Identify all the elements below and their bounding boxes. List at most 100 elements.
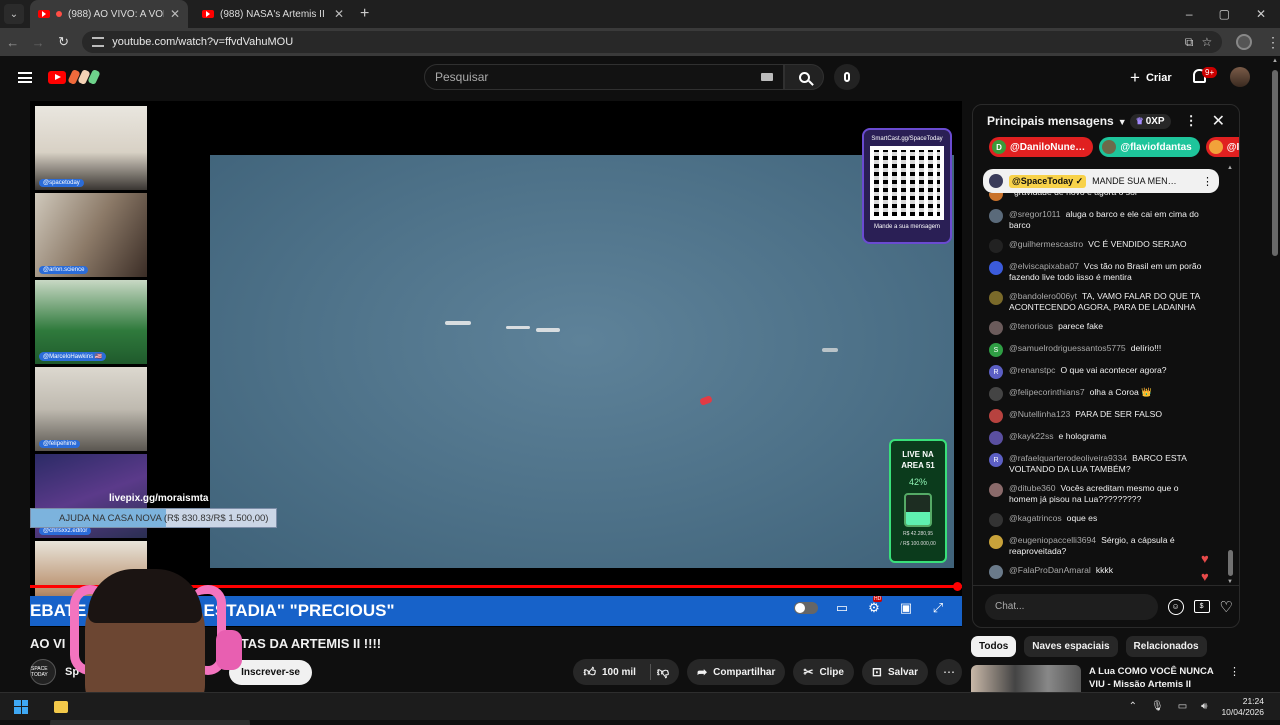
pinned-menu-icon[interactable]: ⋮ [1202, 175, 1213, 188]
xp-badge[interactable]: ♛ 0XP [1129, 113, 1171, 129]
chat-avatar[interactable] [989, 483, 1003, 497]
new-tab-button[interactable]: + [360, 5, 369, 23]
clip-button[interactable]: ✂ Clipe [793, 659, 854, 685]
top-chatter-chip[interactable]: @INFINI [1205, 137, 1239, 157]
chat-avatar[interactable] [989, 291, 1003, 305]
search-input[interactable]: Pesquisar [424, 64, 784, 90]
chat-message[interactable]: @FalaProDanAmaral kkkk [973, 565, 1231, 579]
keyboard-icon[interactable] [761, 73, 773, 81]
tab-nasa[interactable]: (988) NASA's Artemis II Crew Comes Home … [194, 0, 352, 28]
chat-message[interactable]: @bandolero006yt TA, VAMO FALAR DO QUE TA … [973, 291, 1231, 313]
related-menu-icon[interactable]: ⋮ [1229, 665, 1240, 695]
chat-message[interactable]: @kagatrincos oque es [973, 513, 1231, 527]
chat-avatar[interactable]: R [989, 453, 1003, 467]
tab-live[interactable]: (988) AO VIVO: A VOLTA DOS ASTRONAUTAS ✕ [30, 0, 188, 28]
related-video-thumbnail[interactable] [971, 665, 1081, 695]
chat-message[interactable]: gravidade de novo e agora o sol [973, 193, 1231, 201]
theater-mode-icon[interactable]: ▣ [898, 600, 914, 615]
chat-message[interactable]: @eugeniopaccelli3694 Sérgio, a cápsula é … [973, 535, 1231, 557]
site-info-icon[interactable] [92, 37, 105, 47]
top-chatter-chip[interactable]: @flaviofdantas [1099, 137, 1200, 157]
chat-scrollbar[interactable]: ▲ ▼ [1227, 165, 1235, 585]
like-button[interactable]: 👍︎ 100 mil 👎︎ [573, 659, 680, 685]
network-icon[interactable]: ▭ [1178, 701, 1187, 712]
scroll-up-icon[interactable]: ▲ [1272, 58, 1278, 64]
chat-message[interactable]: @ditube360 Vocês acreditam mesmo que o ho… [973, 483, 1231, 505]
maximize-icon[interactable]: ▢ [1219, 7, 1230, 21]
filter-tab-all[interactable]: Todos [971, 636, 1017, 657]
forward-arrow-icon[interactable]: → [25, 35, 50, 50]
chat-avatar[interactable] [989, 387, 1003, 401]
autoplay-toggle[interactable] [794, 602, 818, 614]
chat-mode-selector[interactable]: Principais mensagens ▼ [987, 114, 1127, 128]
bookmark-star-icon[interactable]: ☆ [1202, 35, 1213, 49]
microphone-tray-icon[interactable]: 🎙︎ [1151, 701, 1164, 712]
install-app-icon[interactable]: ⧉ [1185, 35, 1194, 50]
video-player[interactable]: @spacetoday @arlon.science @MarceloHawki… [30, 101, 962, 627]
chat-message[interactable]: S @samuelrodriguessantos5775 delírio!!! [973, 343, 1231, 357]
chat-avatar[interactable] [989, 321, 1003, 335]
chat-avatar[interactable] [989, 409, 1003, 423]
chat-username[interactable]: @kayk22ss [1009, 431, 1054, 441]
file-explorer-icon[interactable] [54, 700, 68, 713]
url-field[interactable]: youtube.com/watch?v=ffvdVahuMOU ⧉ ☆ [82, 31, 1223, 53]
filter-tab-related[interactable]: Relacionados [1125, 636, 1207, 657]
chat-username[interactable]: @FalaProDanAmaral [1009, 565, 1091, 575]
chat-avatar[interactable] [989, 209, 1003, 223]
search-button[interactable] [784, 64, 824, 90]
seek-bar-handle[interactable] [953, 582, 962, 591]
chat-avatar[interactable] [989, 535, 1003, 549]
chat-close-icon[interactable]: ✕ [1212, 111, 1225, 131]
chat-username[interactable]: @felipecorinthians7 [1009, 387, 1085, 397]
chat-username[interactable]: @kagatrincos [1009, 513, 1062, 523]
settings-gear-icon[interactable]: ⚙ HD [866, 596, 883, 615]
chat-avatar[interactable] [989, 513, 1003, 527]
voice-search-button[interactable] [834, 64, 860, 90]
chat-username[interactable]: @eugeniopaccelli3694 [1009, 535, 1096, 545]
youtube-doodle-icon[interactable] [67, 68, 101, 86]
chat-message[interactable]: @tenorious parece fake [973, 321, 1231, 335]
scroll-up-icon[interactable]: ▲ [1227, 165, 1233, 171]
related-video-title[interactable]: A Lua COMO VOCÊ NUNCA VIU - Missão Artem… [1089, 665, 1221, 695]
thumbs-down-icon[interactable]: 👎︎ [657, 665, 669, 680]
pinned-message[interactable]: @SpaceToday ✓ MANDE SUA MEN… ⋮ [983, 169, 1219, 193]
subtitles-icon[interactable]: ▭ [834, 600, 850, 615]
windows-start-icon[interactable] [14, 699, 28, 714]
chat-avatar[interactable] [989, 565, 1003, 579]
chat-message[interactable]: @elviscapixaba07 Vcs tão no Brasil em um … [973, 261, 1231, 283]
chat-message[interactable]: @kayk22ss e holograma [973, 431, 1231, 445]
more-actions-button[interactable]: ⋯ [936, 659, 962, 685]
chat-avatar[interactable]: R [989, 365, 1003, 379]
chat-menu-icon[interactable]: ⋮ [1185, 113, 1198, 129]
chat-avatar[interactable] [989, 239, 1003, 253]
chat-avatar[interactable]: S [989, 343, 1003, 357]
tab-search-button[interactable]: ⌄ [4, 4, 24, 24]
chat-message[interactable]: R @renanstpc O que vai acontecer agora? [973, 365, 1231, 379]
share-button[interactable]: ➦ Compartilhar [687, 659, 786, 685]
chat-username[interactable]: @renanstpc [1009, 365, 1055, 375]
chat-message[interactable]: @Nutellinha123 PARA DE SER FALSO [973, 409, 1231, 423]
chat-username[interactable]: @samuelrodriguessantos5775 [1009, 343, 1126, 353]
top-chatter-chip[interactable]: D @DaniloNune… [989, 137, 1094, 157]
save-button[interactable]: ⊡ Salvar [861, 659, 928, 685]
chat-username[interactable]: @guilhermescastro [1009, 239, 1083, 249]
chat-username[interactable]: @Nutellinha123 [1009, 409, 1070, 419]
browser-menu-icon[interactable]: ⋮ [1266, 34, 1280, 51]
tray-expand-icon[interactable]: ⌃ [1129, 701, 1137, 712]
chat-avatar[interactable] [989, 193, 1003, 201]
youtube-logo-icon[interactable] [48, 70, 66, 84]
chat-username[interactable]: @tenorious [1009, 321, 1053, 331]
chat-scrollbar-thumb[interactable] [1228, 550, 1233, 576]
emoji-icon[interactable]: ☺ [1167, 598, 1184, 615]
chat-username[interactable]: @bandolero006yt [1009, 291, 1077, 301]
filter-tab-spacecraft[interactable]: Naves espaciais [1024, 636, 1118, 657]
chat-avatar[interactable] [989, 431, 1003, 445]
reload-icon[interactable]: ↻ [51, 34, 76, 50]
close-window-icon[interactable]: ✕ [1256, 7, 1266, 21]
back-arrow-icon[interactable]: ← [0, 35, 25, 50]
chat-message[interactable]: R @rafaelquarterodeoliveira9334 BARCO ESTA… [973, 453, 1231, 475]
page-scrollbar-thumb[interactable] [1272, 70, 1278, 256]
account-avatar[interactable] [1230, 67, 1250, 87]
fullscreen-icon[interactable]: ⤢ [930, 600, 946, 615]
clock[interactable]: 21:24 10/04/2026 [1221, 696, 1264, 718]
